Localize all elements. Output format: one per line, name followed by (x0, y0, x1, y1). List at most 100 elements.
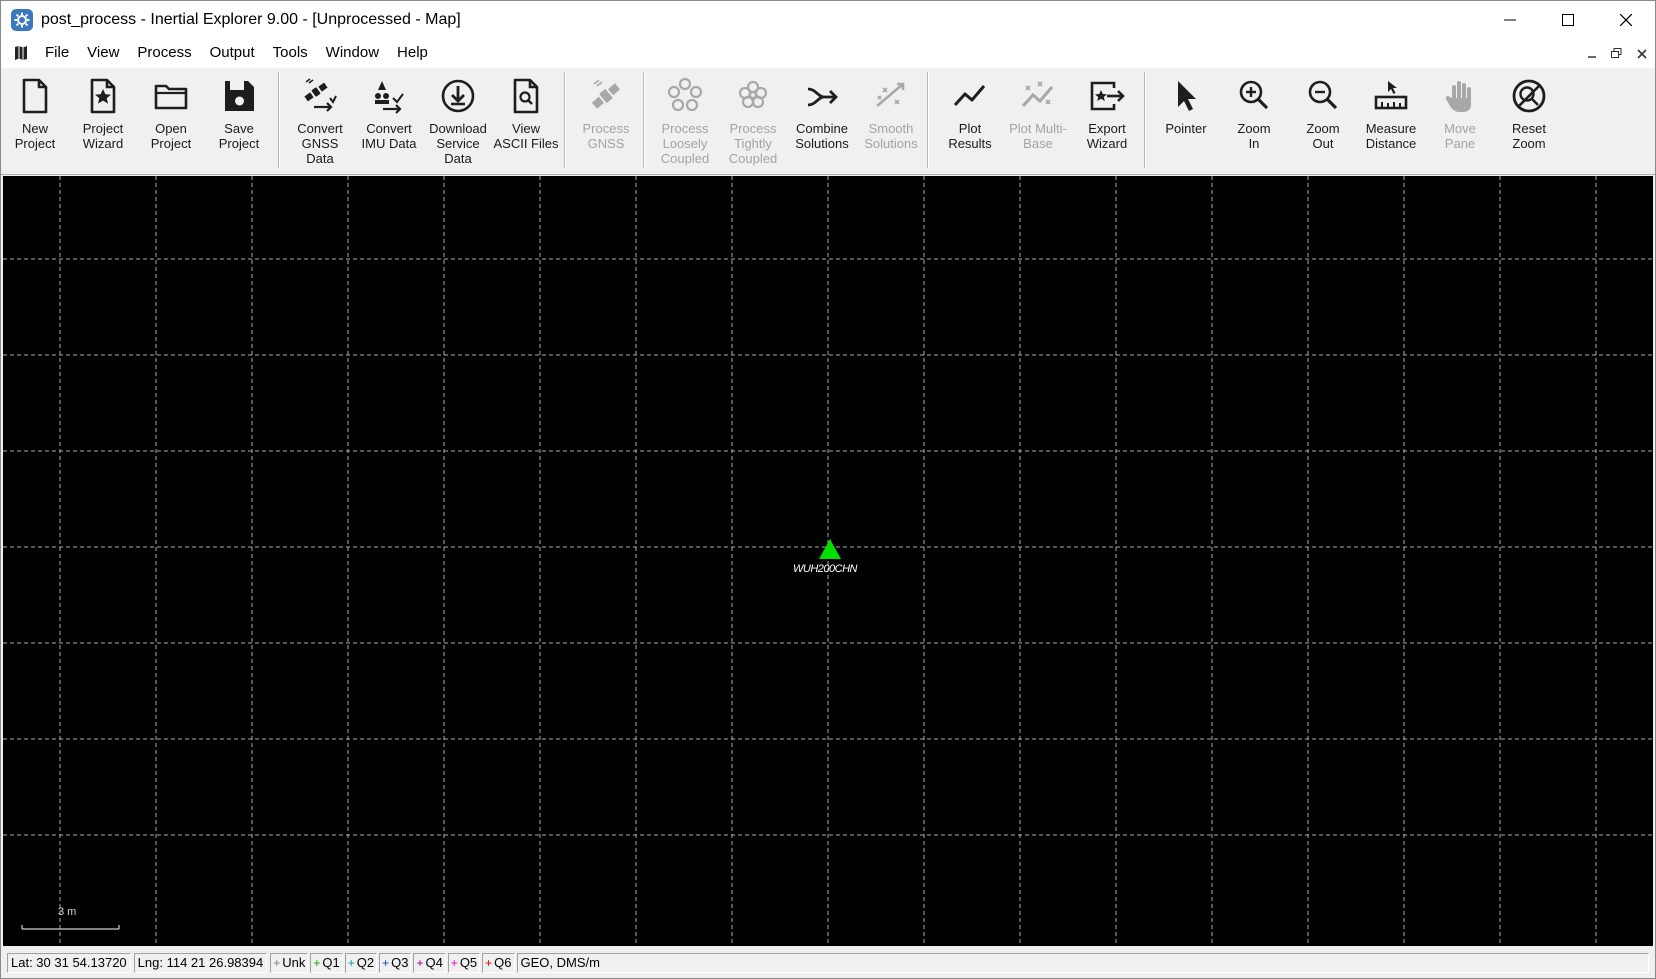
menu-window[interactable]: Window (317, 39, 388, 67)
export-icon (1085, 74, 1129, 118)
convert-imu-button[interactable]: Convert IMU Data (355, 74, 423, 174)
child-close-button[interactable] (1632, 45, 1651, 62)
loose-coupled-icon (663, 74, 707, 118)
quality-unk: + Unk (270, 953, 309, 973)
zoom-out-icon (1301, 74, 1345, 118)
satellite-convert-icon (298, 74, 342, 118)
coordinate-system-readout: GEO, DMS/m (516, 953, 1649, 973)
scale-bar (21, 925, 120, 930)
wizard-star-icon (81, 74, 125, 118)
latitude-readout: Lat: 30 31 54.13720 (7, 953, 131, 973)
maximize-button[interactable] (1539, 1, 1597, 39)
quality-q2: + Q2 (344, 953, 378, 973)
minimize-icon (1504, 19, 1516, 21)
process-tightly-coupled-button[interactable]: Process Tightly Coupled (719, 74, 787, 174)
child-minimize-button[interactable] (1582, 45, 1601, 62)
plot-multi-base-button[interactable]: Plot Multi- Base (1004, 74, 1072, 174)
document-map-icon[interactable] (14, 45, 28, 61)
base-station-marker[interactable]: WUH200CHN (793, 538, 943, 598)
app-gear-icon[interactable] (11, 9, 33, 31)
measure-distance-button[interactable]: Measure Distance (1357, 74, 1425, 174)
plus-icon: + (450, 956, 458, 970)
pointer-button[interactable]: Pointer (1152, 74, 1220, 174)
plus-icon: + (416, 956, 424, 970)
pointer-icon (1164, 74, 1208, 118)
new-file-icon (13, 74, 57, 118)
menu-view[interactable]: View (78, 39, 128, 67)
open-project-button[interactable]: Open Project (137, 74, 205, 174)
maximize-icon (1562, 14, 1574, 26)
line-plot-icon (948, 74, 992, 118)
restore-icon (1611, 48, 1622, 58)
minimize-icon (1587, 55, 1596, 58)
plus-icon: + (273, 956, 281, 970)
main-toolbar: New Project Project Wizard Open Project … (1, 67, 1655, 175)
move-pane-button[interactable]: Move Pane (1426, 74, 1494, 174)
toolbar-separator (564, 72, 566, 168)
quality-q1: + Q1 (310, 953, 343, 973)
plus-icon: + (485, 956, 493, 970)
multi-plot-icon (1016, 74, 1060, 118)
station-label: WUH200CHN (793, 563, 857, 575)
smooth-solutions-button[interactable]: Smooth Solutions (857, 74, 925, 174)
close-icon (1620, 14, 1632, 26)
plus-icon: + (313, 956, 321, 970)
child-restore-button[interactable] (1607, 45, 1626, 62)
quality-q4: + Q4 (413, 953, 446, 973)
folder-icon (149, 74, 193, 118)
title-bar[interactable]: post_process - Inertial Explorer 9.00 - … (1, 1, 1655, 39)
status-bar: Lat: 30 31 54.13720 Lng: 114 21 26.98394… (3, 950, 1653, 976)
minimize-button[interactable] (1481, 1, 1539, 39)
plus-icon: + (347, 956, 355, 970)
menu-process[interactable]: Process (128, 39, 200, 67)
close-icon (1636, 48, 1647, 59)
scale-label: 3 m (58, 906, 77, 918)
menu-output[interactable]: Output (201, 39, 264, 67)
quality-q6: + Q6 (482, 953, 515, 973)
convert-gnss-button[interactable]: Convert GNSS Data (286, 74, 354, 174)
floppy-icon (217, 74, 261, 118)
close-button[interactable] (1597, 1, 1655, 39)
imu-convert-icon (367, 74, 411, 118)
view-ascii-files-button[interactable]: View ASCII Files (492, 74, 560, 174)
quality-q3: + Q3 (379, 953, 412, 973)
hand-icon (1438, 74, 1482, 118)
menu-file[interactable]: File (36, 39, 78, 67)
combine-solutions-button[interactable]: Combine Solutions (788, 74, 856, 174)
zoom-in-icon (1232, 74, 1276, 118)
tight-coupled-icon (731, 74, 775, 118)
plus-icon: + (382, 956, 390, 970)
satellite-process-icon (584, 74, 628, 118)
combine-icon (800, 74, 844, 118)
menu-bar: File View Process Output Tools Window He… (1, 39, 1655, 67)
reset-zoom-icon (1507, 74, 1551, 118)
child-window-controls (1582, 45, 1651, 62)
app-window: post_process - Inertial Explorer 9.00 - … (0, 0, 1656, 979)
download-service-data-button[interactable]: Download Service Data (424, 74, 492, 174)
toolbar-separator (278, 72, 280, 168)
process-gnss-button[interactable]: Process GNSS (572, 74, 640, 174)
menu-help[interactable]: Help (388, 39, 437, 67)
station-triangle-icon (819, 539, 841, 559)
download-icon (436, 74, 480, 118)
toolbar-separator (1144, 72, 1146, 168)
longitude-readout: Lng: 114 21 26.98394 (133, 953, 268, 973)
process-loosely-coupled-button[interactable]: Process Loosely Coupled (651, 74, 719, 174)
project-wizard-button[interactable]: Project Wizard (69, 74, 137, 174)
toolbar-separator (927, 72, 929, 168)
window-title: post_process - Inertial Explorer 9.00 - … (41, 11, 461, 28)
view-file-icon (504, 74, 548, 118)
plot-results-button[interactable]: Plot Results (936, 74, 1004, 174)
reset-zoom-button[interactable]: Reset Zoom (1495, 74, 1563, 174)
menu-tools[interactable]: Tools (264, 39, 317, 67)
zoom-out-button[interactable]: Zoom Out (1289, 74, 1357, 174)
export-wizard-button[interactable]: Export Wizard (1073, 74, 1141, 174)
smooth-icon (869, 74, 913, 118)
map-view[interactable]: WUH200CHN 3 m (3, 176, 1653, 946)
window-controls (1481, 1, 1655, 39)
zoom-in-button[interactable]: Zoom In (1220, 74, 1288, 174)
new-project-button[interactable]: New Project (1, 74, 69, 174)
toolbar-separator (643, 72, 645, 168)
save-project-button[interactable]: Save Project (205, 74, 273, 174)
quality-q5: + Q5 (447, 953, 481, 973)
